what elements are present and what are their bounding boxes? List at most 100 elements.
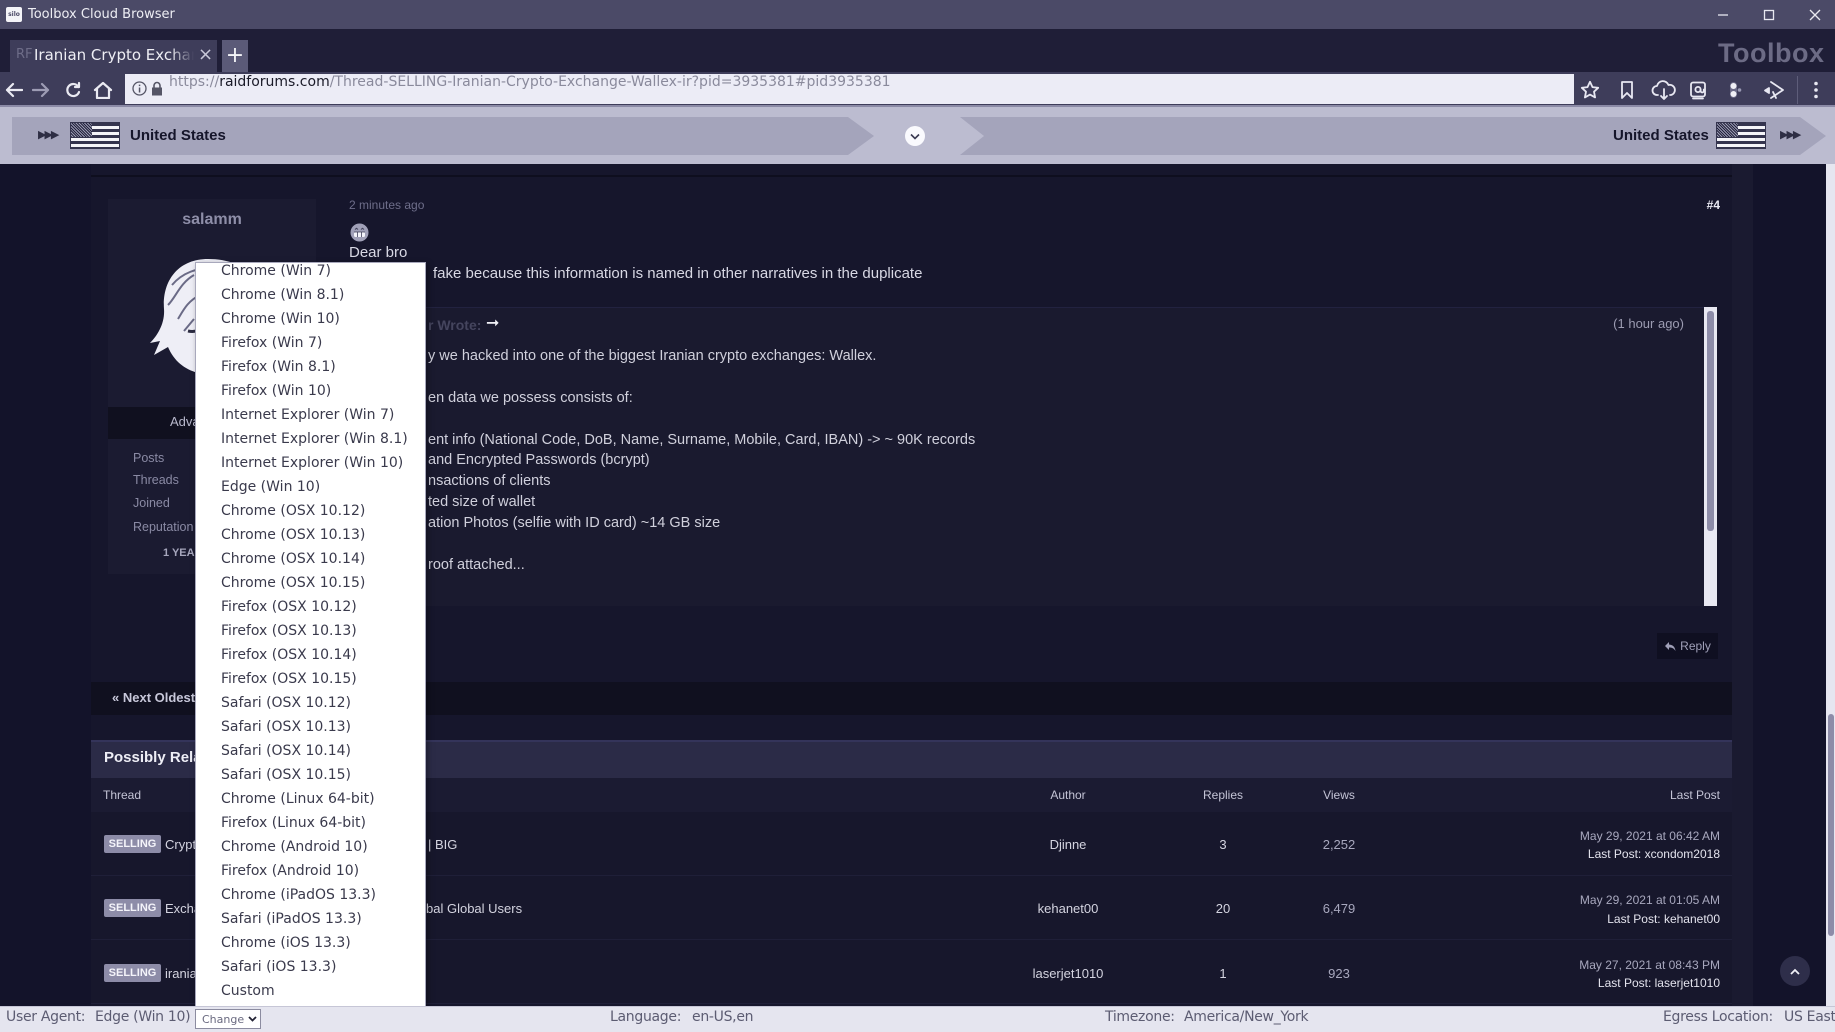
bookmarks-button[interactable]: [1614, 78, 1640, 102]
user-agent-option[interactable]: Safari (OSX 10.15): [196, 767, 425, 791]
user-agent-option[interactable]: Chrome (Win 8.1): [196, 287, 425, 311]
reload-button[interactable]: [62, 79, 84, 101]
user-agent-option[interactable]: Chrome (OSX 10.12): [196, 503, 425, 527]
user-agent-option[interactable]: Edge (Win 10): [196, 479, 425, 503]
post-permalink[interactable]: #4: [1690, 198, 1720, 212]
timezone-value: America/New_York: [1184, 1009, 1309, 1025]
user-agent-option[interactable]: Chrome (OSX 10.15): [196, 575, 425, 599]
tab-title: Iranian Crypto Exchange: [34, 46, 194, 64]
scroll-to-top-button[interactable]: [1780, 956, 1810, 986]
user-agent-option[interactable]: Firefox (Win 8.1): [196, 359, 425, 383]
user-agent-option[interactable]: Chrome (Win 10): [196, 311, 425, 335]
user-agent-option[interactable]: Firefox (OSX 10.13): [196, 623, 425, 647]
quote-line: en data we possess consists of:: [428, 390, 633, 406]
user-agent-dropdown-menu[interactable]: Chrome (Win 7) Chrome (Win 8.1) Chrome (Wi…: [195, 262, 426, 1007]
thread-last-post-user[interactable]: Last Post: laserjet1010: [1500, 976, 1720, 990]
thread-author[interactable]: Djinne: [998, 837, 1138, 852]
column-header-views[interactable]: Views: [1269, 788, 1409, 802]
thread-prefix-badge: SELLING: [104, 964, 161, 982]
email-button[interactable]: [1685, 78, 1711, 102]
thread-last-post-user[interactable]: Last Post: xcondom2018: [1500, 847, 1720, 861]
location-toggle-button[interactable]: [905, 126, 925, 146]
author-username[interactable]: salamm: [108, 211, 316, 229]
thread-title-link[interactable]: irania: [165, 966, 197, 981]
user-agent-option[interactable]: Safari (OSX 10.14): [196, 743, 425, 767]
quote-source-link-icon[interactable]: ➞: [486, 313, 499, 332]
thread-title-link[interactable]: | BIG: [428, 837, 457, 852]
user-agent-option[interactable]: Safari (iOS 13.3): [196, 959, 425, 983]
url-domain: raidforums.com: [219, 74, 330, 90]
page-scrollbar-thumb[interactable]: [1828, 714, 1834, 936]
user-agent-option[interactable]: Chrome (Linux 64-bit): [196, 791, 425, 815]
quote-line: ted size of wallet: [428, 494, 536, 510]
user-agent-option[interactable]: Firefox (Win 10): [196, 383, 425, 407]
window-title-bar: [0, 0, 1835, 29]
quote-line: and Encrypted Passwords (bcrypt): [428, 452, 650, 468]
toggle-icon: [1730, 82, 1742, 98]
menu-button[interactable]: [1803, 78, 1829, 102]
arrow-right-icon: [32, 82, 50, 98]
quote-line: nsactions of clients: [428, 473, 551, 489]
user-agent-option[interactable]: Safari (iPadOS 13.3): [196, 911, 425, 935]
user-agent-option[interactable]: Safari (OSX 10.12): [196, 695, 425, 719]
user-agent-option[interactable]: Internet Explorer (Win 8.1): [196, 431, 425, 455]
user-agent-change-select[interactable]: Change: [195, 1009, 261, 1029]
user-agent-option[interactable]: Firefox (OSX 10.14): [196, 647, 425, 671]
user-agent-option[interactable]: Firefox (Linux 64-bit): [196, 815, 425, 839]
user-agent-option[interactable]: Internet Explorer (Win 10): [196, 455, 425, 479]
reply-button[interactable]: Reply: [1657, 633, 1718, 659]
thread-title-link[interactable]: Crypt: [165, 837, 196, 852]
thread-author[interactable]: laserjet1010: [998, 966, 1138, 981]
user-agent-option[interactable]: Chrome (Win 7): [196, 263, 425, 287]
post-text-line: fake because this information is named i…: [433, 265, 923, 282]
user-agent-option[interactable]: Custom: [196, 983, 425, 1007]
reply-label: Reply: [1680, 639, 1711, 653]
tab-close-icon[interactable]: ×: [198, 44, 213, 65]
minimize-button[interactable]: [1700, 0, 1746, 29]
maximize-icon: [1763, 9, 1775, 20]
quote-scrollbar-thumb[interactable]: [1707, 311, 1714, 531]
new-tab-button[interactable]: +: [222, 40, 248, 72]
next-oldest-link[interactable]: « Next Oldest |: [112, 690, 202, 705]
user-agent-option[interactable]: Internet Explorer (Win 7): [196, 407, 425, 431]
toggle-button[interactable]: [1721, 78, 1747, 102]
back-button[interactable]: [3, 79, 25, 101]
kebab-menu-icon: [1814, 81, 1818, 99]
user-agent-option[interactable]: Firefox (Android 10): [196, 863, 425, 887]
user-agent-option[interactable]: Chrome (iPadOS 13.3): [196, 887, 425, 911]
thread-prefix-badge: SELLING: [104, 835, 161, 853]
user-agent-option[interactable]: Chrome (iOS 13.3): [196, 935, 425, 959]
url-input[interactable]: https://raidforums.com/Thread-SELLING-Ir…: [125, 74, 1574, 104]
quote-author: r Wrote:: [428, 317, 482, 333]
thread-last-post-user[interactable]: Last Post: kehanet00: [1500, 912, 1720, 926]
column-header-thread[interactable]: Thread: [103, 788, 141, 802]
stat-label-threads: Threads: [133, 473, 179, 487]
thread-last-post-date: May 29, 2021 at 06:42 AM: [1579, 829, 1720, 843]
user-agent-option[interactable]: Chrome (Android 10): [196, 839, 425, 863]
home-button[interactable]: [92, 79, 114, 101]
minimize-icon: [1718, 13, 1728, 16]
maximize-button[interactable]: [1746, 0, 1792, 29]
egress-location-label: Egress Location:: [1663, 1009, 1773, 1025]
share-button[interactable]: [1761, 78, 1787, 102]
forward-button[interactable]: [30, 79, 52, 101]
user-agent-option[interactable]: Firefox (OSX 10.12): [196, 599, 425, 623]
info-icon[interactable]: [132, 81, 147, 96]
session-status-bar: [0, 1006, 1835, 1032]
thread-title-link[interactable]: bal Global Users: [426, 901, 522, 916]
user-agent-option[interactable]: Chrome (OSX 10.13): [196, 527, 425, 551]
quote-line: ation Photos (selfie with ID card) ~14 G…: [428, 515, 721, 531]
column-header-last-post[interactable]: Last Post: [1560, 788, 1720, 802]
language-label: Language:: [610, 1009, 682, 1025]
column-header-author[interactable]: Author: [998, 788, 1138, 802]
star-button[interactable]: [1577, 78, 1603, 102]
thread-author[interactable]: kehanet00: [998, 901, 1138, 916]
cloud-download-button[interactable]: [1651, 78, 1677, 102]
user-agent-option[interactable]: Firefox (Win 7): [196, 335, 425, 359]
user-agent-option[interactable]: Chrome (OSX 10.14): [196, 551, 425, 575]
user-agent-option[interactable]: Firefox (OSX 10.15): [196, 671, 425, 695]
close-window-button[interactable]: [1792, 0, 1835, 29]
lock-icon: [152, 81, 162, 96]
browser-tab[interactable]: RF Iranian Crypto Exchange ×: [10, 40, 217, 72]
user-agent-option[interactable]: Safari (OSX 10.13): [196, 719, 425, 743]
